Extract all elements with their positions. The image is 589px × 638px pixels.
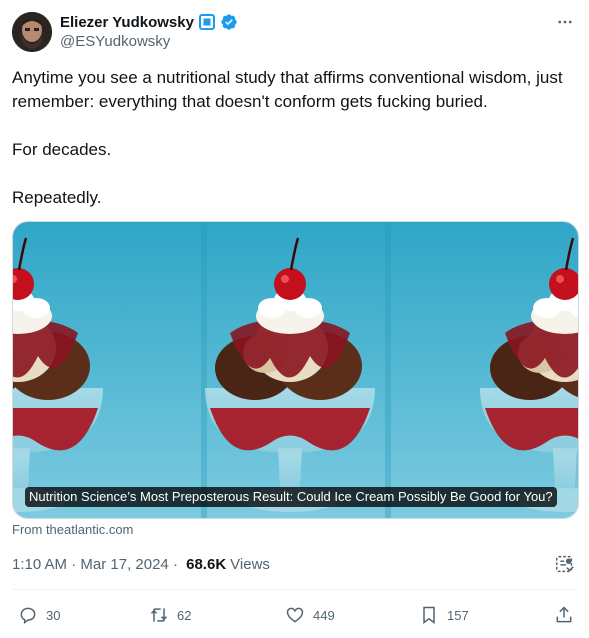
author-handle[interactable]: @ESYudkowsky <box>60 33 170 50</box>
tweet-time[interactable]: 1:10 AM <box>12 556 67 573</box>
card-caption: Nutrition Science’s Most Preposterous Re… <box>25 487 557 507</box>
repost-icon <box>150 608 168 622</box>
analytics-icon[interactable] <box>554 553 576 575</box>
tweet-meta: 1:10 AM · Mar 17, 2024 · 68.6K Views <box>12 556 270 573</box>
reply-button[interactable]: 30 <box>18 601 60 629</box>
bookmark-button[interactable]: 157 <box>419 601 469 629</box>
heart-icon <box>286 607 304 623</box>
affiliate-badge-icon <box>198 13 216 31</box>
author-name[interactable]: Eliezer Yudkowsky <box>60 14 194 31</box>
verified-badge-icon <box>220 13 238 31</box>
share-button[interactable] <box>554 601 574 629</box>
repost-button[interactable]: 62 <box>149 601 191 629</box>
avatar[interactable] <box>12 12 52 52</box>
more-options-icon[interactable] <box>555 12 575 32</box>
tweet-date[interactable]: Mar 17, 2024 <box>80 556 168 573</box>
reply-count: 30 <box>46 607 61 623</box>
reply-icon <box>20 607 36 624</box>
share-icon <box>556 606 572 623</box>
meta-separator: · <box>168 556 183 573</box>
like-button[interactable]: 449 <box>285 601 335 629</box>
bookmark-icon <box>423 606 435 624</box>
repost-count: 62 <box>177 607 192 623</box>
card-image <box>13 222 578 518</box>
like-count: 449 <box>313 607 335 623</box>
link-card[interactable]: Nutrition Science’s Most Preposterous Re… <box>12 221 579 519</box>
tweet-text: Anytime you see a nutritional study that… <box>12 68 563 207</box>
bookmark-count: 157 <box>447 607 469 623</box>
views-count: 68.6K <box>186 556 227 573</box>
action-bar: 30 62 449 157 <box>12 601 577 629</box>
divider <box>12 589 577 590</box>
meta-separator: · <box>67 556 81 573</box>
card-source[interactable]: From theatlantic.com <box>12 522 133 537</box>
author-name-row: Eliezer Yudkowsky <box>60 13 238 31</box>
views-label: Views <box>230 556 270 573</box>
